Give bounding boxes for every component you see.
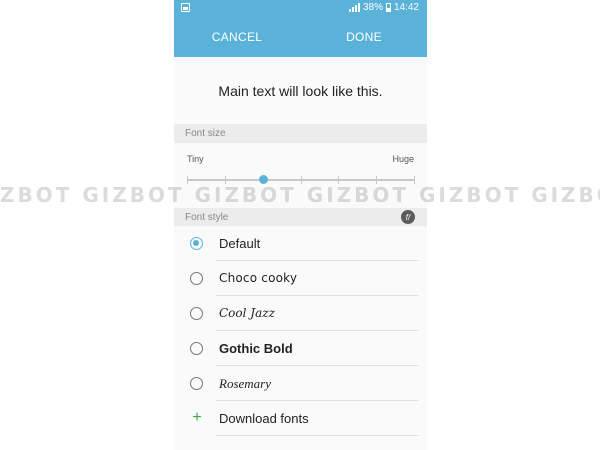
font-option-label: Default	[219, 236, 261, 251]
font-download-icon[interactable]: f/	[401, 210, 415, 224]
cancel-button[interactable]: CANCEL	[174, 17, 300, 57]
slider-thumb[interactable]	[258, 175, 268, 184]
radio-selected-icon[interactable]	[190, 237, 203, 250]
slider-tick[interactable]	[338, 176, 340, 184]
slider-min-label: Tiny	[187, 154, 204, 164]
download-fonts-label: Download fonts	[219, 411, 309, 426]
font-option-choco-cooky[interactable]: Choco cooky	[174, 261, 427, 296]
signal-icon	[348, 3, 360, 12]
preview-text: Main text will look like this.	[174, 57, 427, 124]
plus-icon: +	[192, 409, 202, 426]
action-bar: CANCEL DONE	[174, 17, 427, 57]
battery-icon	[385, 3, 391, 12]
radio-unselected-icon[interactable]	[190, 272, 203, 285]
font-style-header: Font style f/	[174, 208, 427, 227]
gallery-notification-icon	[181, 3, 190, 12]
download-fonts-item[interactable]: + Download fonts	[174, 401, 427, 436]
slider-tick[interactable]	[376, 176, 378, 184]
font-option-label: Gothic Bold	[219, 341, 293, 356]
radio-unselected-icon[interactable]	[190, 307, 203, 320]
slider-tick[interactable]	[224, 176, 226, 184]
phone-screen: 38% 14:42 CANCEL DONE Main text will loo…	[174, 0, 427, 450]
font-option-rosemary[interactable]: Rosemary	[174, 366, 427, 401]
radio-unselected-icon[interactable]	[190, 342, 203, 355]
font-style-header-label: Font style	[185, 212, 229, 223]
divider	[216, 435, 419, 436]
done-button[interactable]: DONE	[301, 17, 427, 57]
status-bar: 38% 14:42	[174, 0, 427, 17]
radio-unselected-icon[interactable]	[190, 377, 203, 390]
font-option-label: Choco cooky	[219, 271, 298, 285]
font-option-label: Cool Jazz	[219, 306, 275, 320]
font-size-header: Font size	[174, 124, 427, 143]
battery-percent: 38%	[362, 2, 383, 13]
font-size-header-label: Font size	[185, 128, 226, 139]
font-option-label: Rosemary	[219, 376, 271, 391]
slider-tick[interactable]	[414, 176, 415, 184]
font-option-cool-jazz[interactable]: Cool Jazz	[174, 296, 427, 331]
slider-tick[interactable]	[300, 176, 302, 184]
font-size-slider[interactable]: Tiny Huge	[174, 143, 427, 208]
slider-tick[interactable]	[187, 176, 188, 184]
font-option-default[interactable]: Default	[174, 226, 427, 261]
font-style-list: Default Choco cooky Cool Jazz Gothic Bol…	[174, 226, 427, 450]
font-option-gothic-bold[interactable]: Gothic Bold	[174, 331, 427, 366]
clock: 14:42	[393, 2, 419, 13]
slider-max-label: Huge	[392, 154, 414, 164]
status-right: 38% 14:42	[348, 2, 419, 13]
